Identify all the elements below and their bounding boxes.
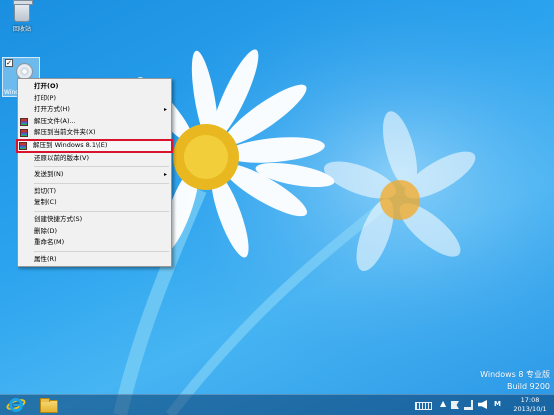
winrar-icon xyxy=(20,129,28,138)
menu-item-extract-here[interactable]: 解压到当前文件夹(X) xyxy=(18,127,171,139)
system-clock[interactable]: 17:08 2013/10/1 xyxy=(512,396,548,413)
menu-item-label: 剪切(T) xyxy=(34,186,57,195)
keyboard-icon xyxy=(415,402,432,410)
menu-item-label: 属性(R) xyxy=(34,254,57,263)
menu-item-label: 解压文件(A)... xyxy=(34,116,76,125)
clock-date: 2013/10/1 xyxy=(513,405,547,413)
winrar-icon xyxy=(19,141,27,150)
submenu-arrow-icon: ▸ xyxy=(163,106,167,114)
menu-item-label: 打印(P) xyxy=(34,93,56,102)
winrar-icon xyxy=(20,117,28,126)
network-icon[interactable] xyxy=(464,400,473,410)
clock-time: 17:08 xyxy=(520,396,540,404)
menu-separator xyxy=(34,250,169,252)
menu-item-label: 解压到 Windows 8.1\(E) xyxy=(33,140,108,149)
menu-separator xyxy=(34,210,169,212)
menu-separator xyxy=(34,182,169,184)
recycle-bin-icon[interactable]: 回收站 xyxy=(8,0,36,33)
menu-item-label: 打开(O) xyxy=(34,82,59,90)
watermark-build: Build 9200 xyxy=(507,382,550,391)
recycle-bin-label: 回收站 xyxy=(12,26,31,33)
menu-item-open-with[interactable]: 打开方式(H) ▸ xyxy=(18,104,171,116)
show-hidden-icons-button[interactable]: ▲ xyxy=(440,399,446,415)
menu-item-open[interactable]: 打开(O) xyxy=(18,81,171,93)
action-center-flag-icon[interactable] xyxy=(451,401,459,409)
submenu-arrow-icon: ▸ xyxy=(163,171,167,179)
internet-explorer-icon xyxy=(9,398,23,412)
menu-item-properties[interactable]: 属性(R) xyxy=(18,254,171,266)
menu-item-label: 创建快捷方式(S) xyxy=(34,214,83,223)
menu-item-rename[interactable]: 重命名(M) xyxy=(18,237,171,249)
context-menu: 打开(O) 打印(P) 打开方式(H) ▸ 解压文件(A)... 解压到当前文件… xyxy=(16,78,173,267)
menu-item-label: 删除(D) xyxy=(34,226,58,235)
watermark-edition: Windows 8 专业版 xyxy=(480,370,550,379)
folder-icon xyxy=(40,398,58,413)
on-screen-keyboard-icon[interactable] xyxy=(415,397,433,414)
windows-edition-watermark: Windows 8 专业版 Build 9200 xyxy=(480,369,550,393)
menu-item-label: 打开方式(H) xyxy=(34,105,70,114)
menu-item-print[interactable]: 打印(P) xyxy=(18,93,171,105)
selection-checkbox[interactable]: ✓ xyxy=(5,59,13,67)
taskbar: ▲ M 17:08 2013/10/1 xyxy=(0,394,554,415)
menu-item-delete[interactable]: 删除(D) xyxy=(18,226,171,238)
menu-item-cut[interactable]: 剪切(T) xyxy=(18,186,171,198)
menu-item-send-to[interactable]: 发送到(N) ▸ xyxy=(18,169,171,181)
input-method-indicator[interactable]: M xyxy=(494,400,501,415)
menu-item-extract-to-folder[interactable]: 解压到 Windows 8.1\(E) xyxy=(16,139,173,153)
menu-item-create-shortcut[interactable]: 创建快捷方式(S) xyxy=(18,214,171,226)
volume-icon[interactable] xyxy=(478,400,487,409)
menu-item-label: 复制(C) xyxy=(34,198,57,207)
trash-icon xyxy=(13,0,33,22)
menu-separator xyxy=(34,166,169,168)
menu-item-copy[interactable]: 复制(C) xyxy=(18,197,171,209)
menu-item-restore-previous[interactable]: 还原以前的版本(V) xyxy=(18,153,171,165)
internet-explorer-button[interactable] xyxy=(5,396,27,414)
menu-item-label: 发送到(N) xyxy=(34,170,64,179)
menu-item-label: 重命名(M) xyxy=(34,238,65,247)
file-explorer-button[interactable] xyxy=(40,397,58,414)
menu-item-label: 解压到当前文件夹(X) xyxy=(34,128,96,137)
menu-item-label: 还原以前的版本(V) xyxy=(34,153,90,162)
menu-item-extract-files[interactable]: 解压文件(A)... xyxy=(18,116,171,128)
